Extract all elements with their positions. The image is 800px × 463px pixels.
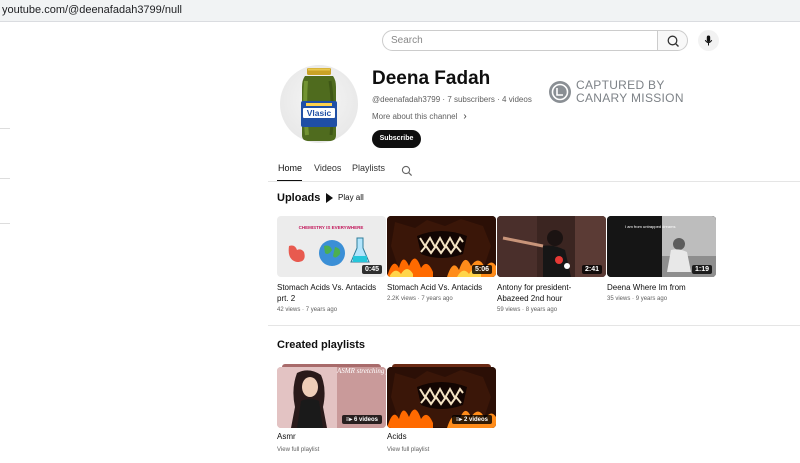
playlist-title[interactable]: Asmr	[277, 432, 296, 441]
video-title[interactable]: Stomach Acid Vs. Antacids	[387, 282, 493, 293]
playlist-count: 6 videos	[353, 417, 378, 423]
playlist-count-badge: ≡▸ 2 videos	[451, 415, 492, 424]
pickle-jar-icon: Vlasic	[301, 68, 337, 141]
channel-handle: @deenafadah3799	[372, 95, 441, 104]
view-full-playlist-link[interactable]: View full playlist	[387, 447, 429, 453]
video-age: 7 years ago	[421, 296, 453, 302]
section-divider	[268, 325, 800, 326]
video-duration: 2:41	[581, 265, 602, 274]
search-icon	[667, 35, 679, 47]
thumb-caption: I am from untrapped dreams	[625, 224, 675, 229]
sidebar-divider	[0, 178, 10, 179]
play-all-label: Play all	[338, 193, 364, 203]
video-title[interactable]: Deena Where Im from	[607, 282, 713, 293]
subscribe-button[interactable]: Subscribe	[372, 130, 421, 148]
playlist-count: 2 videos	[463, 417, 488, 423]
voice-search-button[interactable]	[698, 30, 719, 51]
chevron-right-icon: ›	[463, 111, 467, 122]
video-meta: 35 views · 9 years ago	[607, 296, 668, 302]
thumb-caption: CHEMISTRY IS EVERYWHERE	[299, 225, 364, 230]
watermark-text: CAPTURED BY CANARY MISSION	[576, 79, 684, 105]
video-thumbnail[interactable]: 5:06	[387, 216, 496, 277]
video-title[interactable]: Antony for president- Abazeed 2nd hour	[497, 282, 603, 304]
playlist-icon: ≡▸	[455, 417, 464, 423]
search-input[interactable]	[391, 35, 641, 46]
thumb-caption: ASMR stretching your brain	[336, 367, 386, 375]
tabs-divider	[268, 181, 800, 182]
watermark-logo-icon	[549, 81, 571, 103]
video-count: 4 videos	[502, 95, 532, 104]
channel-name: Deena Fadah	[372, 68, 491, 89]
playlists-heading: Created playlists	[277, 339, 366, 351]
tab-playlists[interactable]: Playlists	[352, 163, 385, 173]
playlist-title[interactable]: Acids	[387, 432, 407, 441]
video-views: 59 views	[497, 307, 521, 313]
play-icon	[326, 193, 333, 203]
video-thumbnail[interactable]: 2:41	[497, 216, 606, 277]
video-meta: 2.2K views · 7 years ago	[387, 296, 453, 302]
video-views: 2.2K views	[387, 296, 417, 302]
avatar-logo-text: Vlasic	[307, 108, 332, 118]
video-views: 35 views	[607, 296, 631, 302]
video-views: 42 views	[277, 307, 301, 313]
channel-avatar[interactable]: Vlasic	[280, 65, 358, 143]
channel-meta: @deenafadah3799 · 7 subscribers · 4 vide…	[372, 95, 532, 104]
subscriber-count: 7 subscribers	[447, 95, 495, 104]
video-age: 7 years ago	[305, 307, 338, 313]
playlist-count-badge: ≡▸ 6 videos	[341, 415, 382, 424]
sidebar-divider	[0, 128, 10, 129]
tab-videos[interactable]: Videos	[314, 163, 341, 173]
view-full-playlist-link[interactable]: View full playlist	[277, 447, 319, 453]
playlist-icon: ≡▸	[345, 417, 354, 423]
playlist-thumbnail[interactable]: ASMR stretching your brain ≡▸ 6 videos	[277, 367, 386, 428]
video-thumbnail[interactable]: CHEMISTRY IS EVERYWHERE 0:45	[277, 216, 386, 277]
microphone-icon	[704, 35, 713, 46]
video-duration: 0:45	[361, 265, 382, 274]
playlist-thumbnail[interactable]: ≡▸ 2 videos	[387, 367, 496, 428]
more-about-link[interactable]: More about this channel ›	[372, 111, 467, 122]
address-bar[interactable]: youtube.com/@deenafadah3799/null	[0, 0, 800, 22]
watermark-line2: CANARY MISSION	[576, 91, 684, 105]
search-box[interactable]	[382, 30, 658, 51]
search-button[interactable]	[657, 30, 688, 51]
video-duration: 5:06	[471, 265, 492, 274]
video-age: 8 years ago	[525, 307, 558, 313]
address-bar-url[interactable]: youtube.com/@deenafadah3799/null	[2, 4, 182, 16]
uploads-heading: Uploads	[277, 192, 321, 204]
play-all-button[interactable]: Play all	[326, 193, 364, 203]
tab-home[interactable]: Home	[278, 163, 302, 173]
video-thumbnail[interactable]: I am from untrapped dreams 1:19	[607, 216, 716, 277]
channel-search-button[interactable]	[401, 164, 413, 182]
video-duration: 1:19	[691, 265, 712, 274]
video-title[interactable]: Stomach Acids Vs. Antacids prt. 2	[277, 282, 383, 304]
more-about-label: More about this channel	[372, 112, 458, 121]
search-icon	[401, 165, 413, 177]
video-age: 9 years ago	[635, 296, 668, 302]
video-meta: 42 views · 7 years ago	[277, 307, 338, 313]
sidebar-divider	[0, 223, 10, 224]
video-meta: 59 views · 8 years ago	[497, 307, 558, 313]
